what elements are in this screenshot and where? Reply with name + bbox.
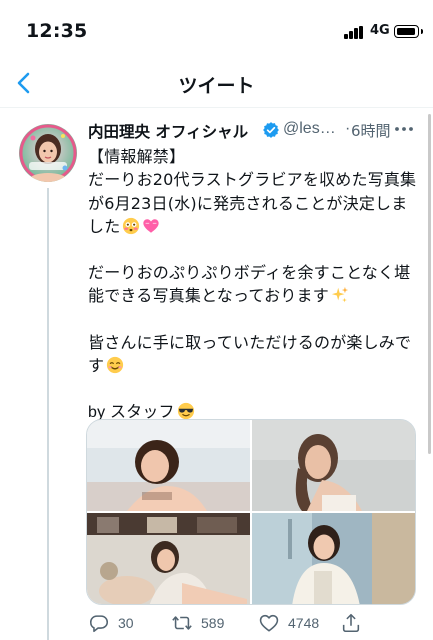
status-bar: 12:35 4G (0, 0, 433, 62)
photo-4[interactable] (252, 513, 415, 604)
reply-count: 30 (118, 615, 134, 631)
user-handle[interactable]: @les… (283, 120, 336, 138)
tweet-time[interactable]: 6時間 (351, 120, 391, 141)
network-label: 4G (370, 23, 390, 38)
photo-1[interactable] (87, 420, 250, 511)
battery-icon (394, 25, 423, 38)
verified-badge-icon (263, 122, 279, 138)
sparkles-emoji-icon (331, 287, 349, 303)
reply-button[interactable]: 30 (88, 612, 148, 636)
flushed-emoji-icon (123, 217, 140, 234)
retweet-button[interactable]: 589 (171, 612, 251, 636)
avatar[interactable] (19, 124, 77, 182)
tweet-text: 【情報解禁】 だーりお20代ラストグラビアを収めた写真集が6月23日(水)に発売… (88, 145, 420, 425)
sunglasses-emoji-icon (177, 403, 194, 420)
separator-dot: · (345, 120, 351, 137)
photo-2[interactable] (252, 420, 415, 511)
tweet-header: 内田理央 オフィシャル @les… · 6時間 (88, 120, 418, 142)
photo-3[interactable] (87, 513, 250, 604)
retweet-count: 589 (201, 615, 225, 631)
share-button[interactable] (340, 612, 370, 636)
media-grid (86, 419, 416, 605)
status-time: 12:35 (26, 20, 88, 42)
display-name[interactable]: 内田理央 オフィシャル (88, 120, 248, 142)
tweet-line: だーりおのぷりぷりボディを余すことなく堪能できる写真集となっております (88, 263, 411, 306)
more-icon[interactable] (393, 118, 415, 140)
smile-emoji-icon (107, 356, 124, 374)
heart-emoji-icon (143, 219, 160, 233)
tweet-actions: 30 589 4748 (88, 610, 420, 636)
tweet-paragraph: だーりおのぷりぷりボディを余すことなく堪能できる写真集となっております (88, 261, 420, 308)
signal-icon (344, 26, 366, 39)
tweet-paragraph: だーりお20代ラストグラビアを収めた写真集が6月23日(水)に発売されることが決… (88, 168, 420, 238)
page-title: ツイート (178, 75, 255, 97)
tweet-line: 【情報解禁】 (88, 147, 186, 166)
like-count: 4748 (288, 615, 320, 631)
tweet-paragraph: 皆さんに手に取っていただけるのが楽しみです (88, 331, 420, 378)
like-icon (259, 614, 279, 632)
thread-line (47, 188, 49, 640)
tweet-line: 皆さんに手に取っていただけるのが楽しみです (88, 332, 412, 376)
scrollbar[interactable] (428, 114, 431, 454)
reply-icon (89, 615, 109, 633)
retweet-icon (172, 616, 192, 630)
like-button[interactable]: 4748 (258, 612, 338, 636)
header: ツイート (0, 62, 433, 108)
share-icon (342, 613, 360, 633)
